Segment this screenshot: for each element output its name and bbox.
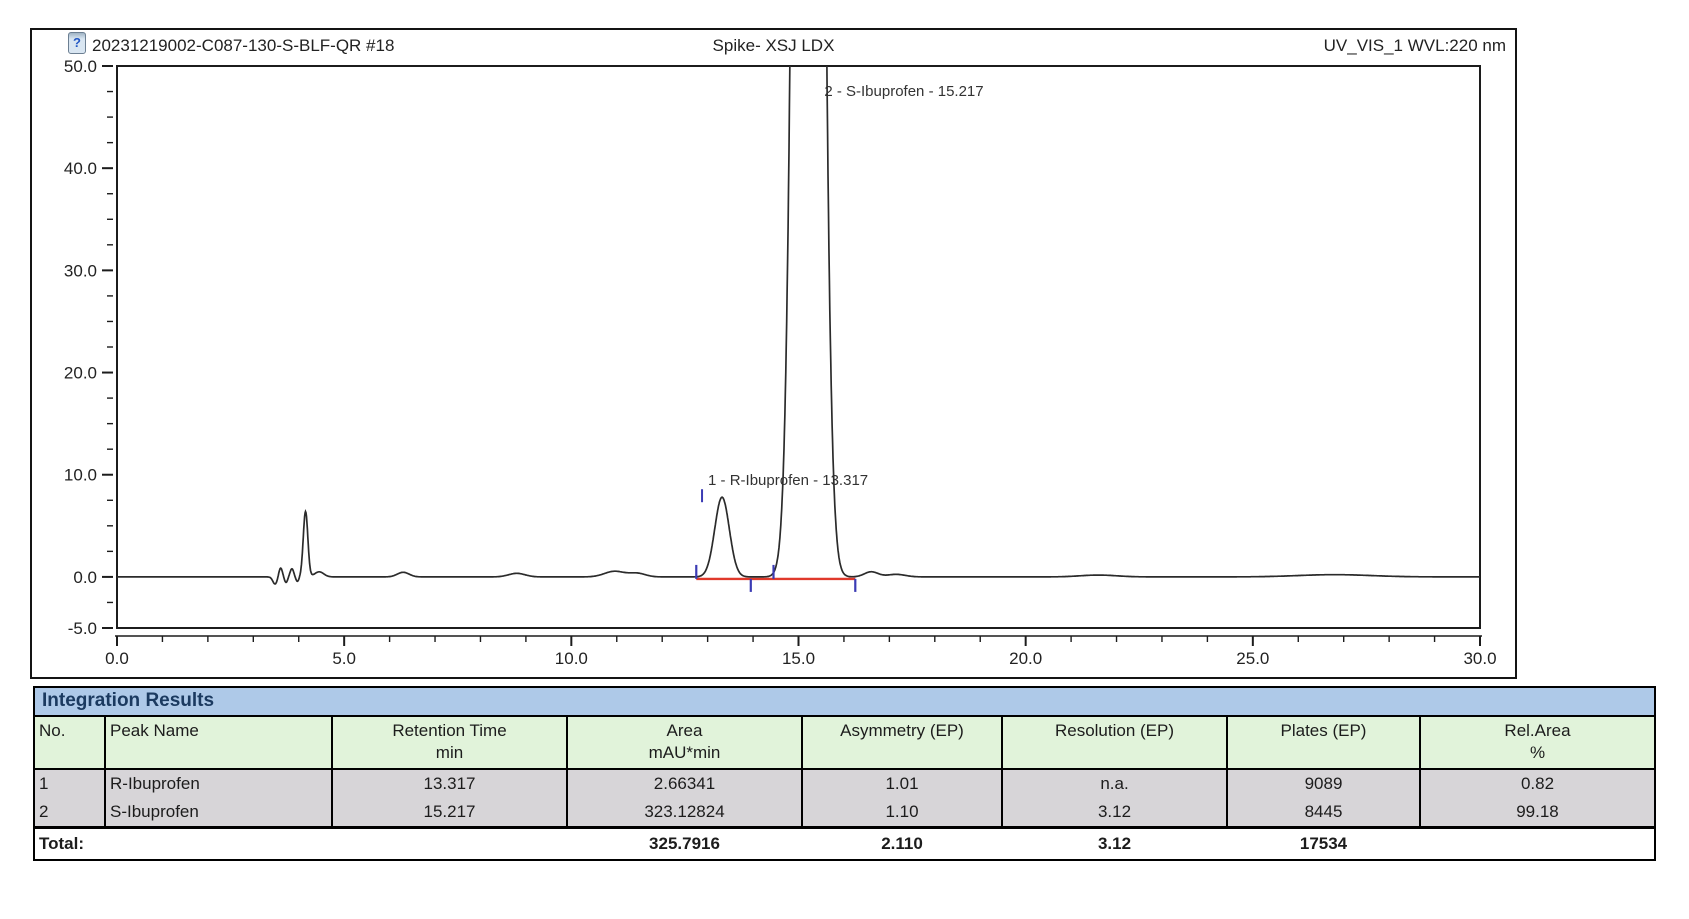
table-title: Integration Results [35,688,1654,717]
integration-results-section: Integration Results No. Peak Name Retent… [33,686,1656,861]
cell-asymmetry-ep-: 1.10 [802,798,1002,828]
x-axis: 0.0 5.0 10.0 15.0 20.0 25.0 30.0 [105,636,1496,668]
x-tick-label: 0.0 [105,649,129,668]
cell-retention-time: 15.217 [332,798,567,828]
channel-wavelength-label: UV_VIS_1 WVL:220 nm [1324,36,1506,56]
cell-retention-time: 13.317 [332,769,567,798]
cell-area: 323.12824 [567,798,802,828]
cell-rel-area: 99.18 [1420,798,1654,828]
table-row: 2S-Ibuprofen15.217323.128241.103.1284459… [35,798,1654,828]
y-tick-label: 40.0 [64,159,97,178]
chromatogram-frame: ? 20231219002-C087-130-S-BLF-QR #18 Spik… [30,28,1517,679]
report-page: { "chart": { "header": { "sample_id": "2… [0,0,1689,919]
y-tick-label: 0.0 [73,568,97,587]
cell-no-: 2 [35,798,105,828]
y-axis: -5.0 0.0 10.0 20.0 30.0 40.0 50.0 [64,57,113,638]
peak-label: 2 - S-Ibuprofen - 15.217 [824,83,983,100]
injection-title: Spike- XSJ LDX [32,36,1515,56]
x-tick-label: 20.0 [1009,649,1042,668]
column-header-rel-area: Rel.Area% [1420,717,1654,769]
y-tick-label: -5.0 [68,619,97,638]
cell-peak-name: R-Ibuprofen [105,769,332,798]
y-tick-label: 10.0 [64,466,97,485]
x-tick-label: 25.0 [1236,649,1269,668]
integration-results-table: No. Peak Name Retention TimeminAreamAU*m… [35,717,1654,859]
peak-labels: 1 - R-Ibuprofen - 13.317 2 - S-Ibuprofen … [702,83,984,502]
total-area: 325.7916 [567,828,802,860]
sample-vial-question-icon: ? [68,32,86,54]
table-row: 1R-Ibuprofen13.3172.663411.01n.a.90890.8… [35,769,1654,798]
total-retention-time [332,828,567,860]
column-header-asymmetry-ep-: Asymmetry (EP) [802,717,1002,769]
peak-label: 1 - R-Ibuprofen - 13.317 [708,472,868,489]
plot-border [117,66,1480,628]
column-header-peak-name: Peak Name [105,717,332,769]
total-plates-ep-: 17534 [1227,828,1420,860]
x-tick-label: 15.0 [782,649,815,668]
x-tick-label: 5.0 [332,649,356,668]
column-header-retention-time: Retention Timemin [332,717,567,769]
cell-no-: 1 [35,769,105,798]
chromatogram-header: 20231219002-C087-130-S-BLF-QR #18 Spike-… [32,33,1515,59]
cell-area: 2.66341 [567,769,802,798]
cell-resolution-ep-: 3.12 [1002,798,1227,828]
y-tick-label: 20.0 [64,364,97,383]
chromatogram-trace [117,30,1480,584]
cell-rel-area: 0.82 [1420,769,1654,798]
total-resolution-ep-: 3.12 [1002,828,1227,860]
cell-plates-ep-: 8445 [1227,798,1420,828]
cell-resolution-ep-: n.a. [1002,769,1227,798]
total-label: Total: [35,828,332,860]
y-tick-label: 50.0 [64,57,97,76]
column-header-plates-ep-: Plates (EP) [1227,717,1420,769]
column-header-area: AreamAU*min [567,717,802,769]
cell-peak-name: S-Ibuprofen [105,798,332,828]
column-header-no-: No. [35,717,105,769]
cell-asymmetry-ep-: 1.01 [802,769,1002,798]
x-tick-label: 10.0 [555,649,588,668]
y-tick-label: 30.0 [64,261,97,280]
chromatogram-plot: -5.0 0.0 10.0 20.0 30.0 40.0 50.0 0.0 5.0 10.0 15.… [32,30,1515,677]
cell-plates-ep-: 9089 [1227,769,1420,798]
total-rel-area [1420,828,1654,860]
x-tick-label: 30.0 [1463,649,1496,668]
total-asymmetry-ep-: 2.110 [802,828,1002,860]
table-total-row: Total: 325.79162.1103.1217534 [35,828,1654,860]
table-header-row: No. Peak Name Retention TimeminAreamAU*m… [35,717,1654,769]
column-header-resolution-ep-: Resolution (EP) [1002,717,1227,769]
